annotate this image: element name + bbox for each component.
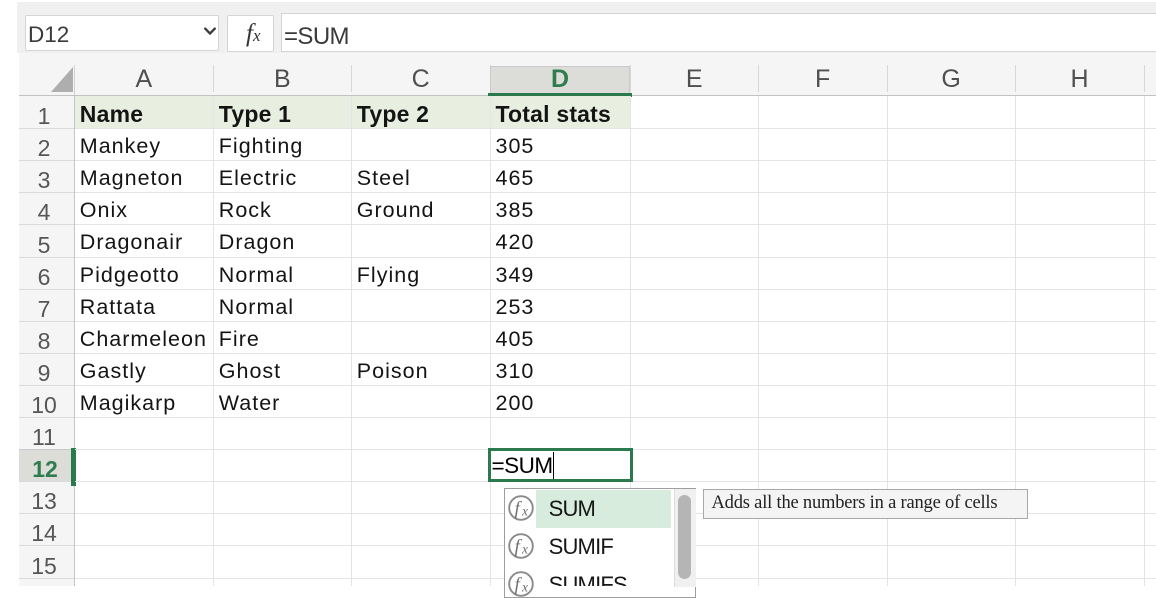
svg-text:x: x xyxy=(521,542,528,557)
svg-text:x: x xyxy=(521,580,528,595)
svg-text:x: x xyxy=(521,504,528,519)
